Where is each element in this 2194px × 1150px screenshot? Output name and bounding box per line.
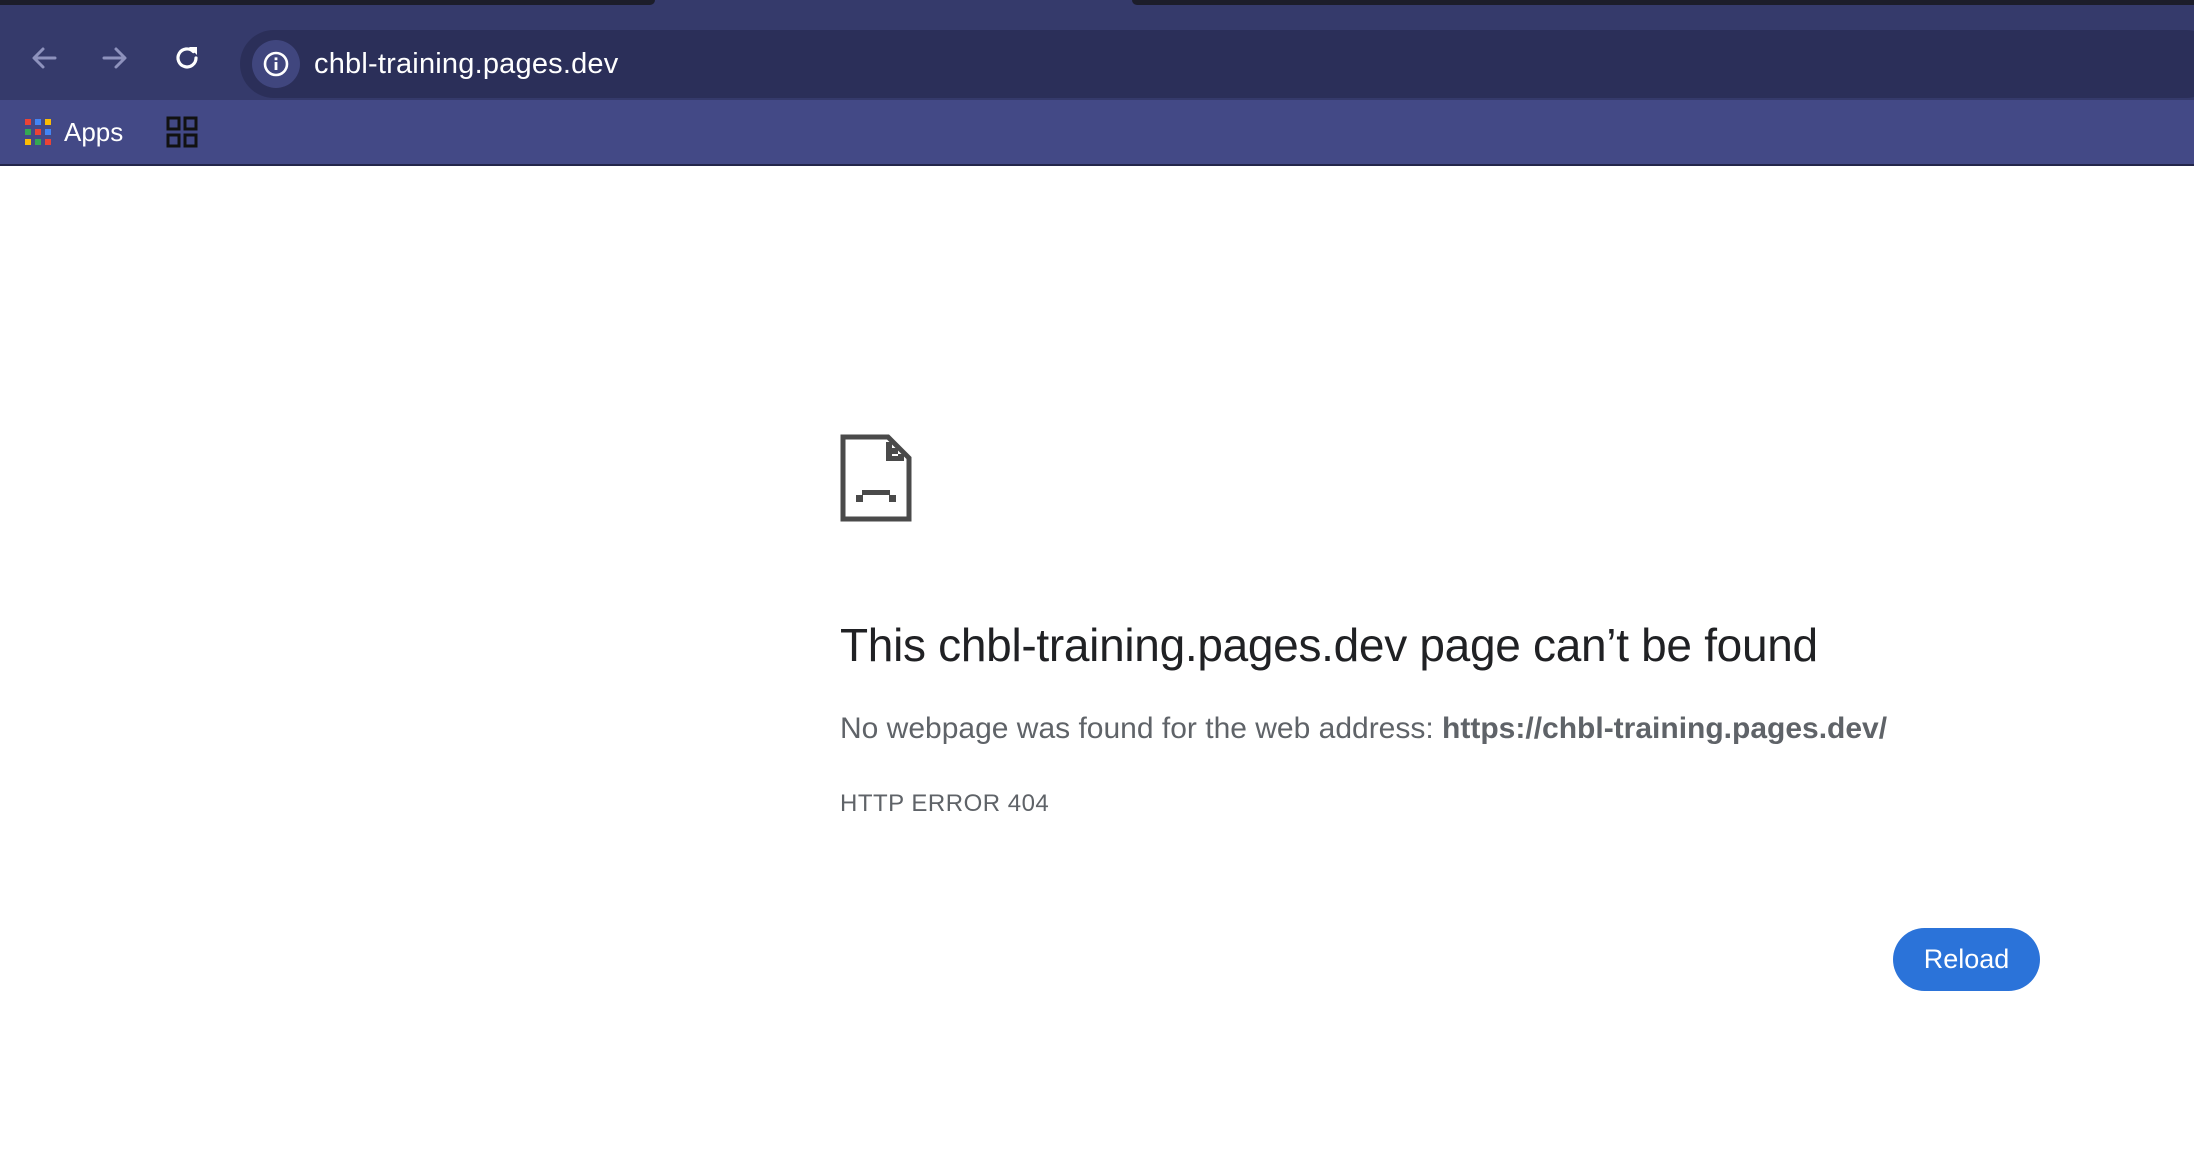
inactive-tab-left[interactable]	[0, 0, 655, 5]
error-url: https://chbl-training.pages.dev/	[1442, 712, 1888, 745]
bookmark-apps[interactable]: Apps	[24, 108, 123, 156]
bookmarks-bar: Apps	[0, 100, 2194, 166]
error-description: No webpage was found for the web address…	[840, 712, 1887, 746]
url-text[interactable]: chbl-training.pages.dev	[314, 48, 618, 81]
tab-groups-icon	[166, 116, 198, 148]
reload-icon	[176, 47, 198, 69]
arrow-right-icon	[102, 47, 127, 69]
error-title: This chbl-training.pages.dev page can’t …	[840, 619, 1818, 671]
inactive-tab-right[interactable]	[1132, 0, 2194, 5]
sad-page-icon	[840, 434, 912, 522]
reload-nav-button[interactable]	[167, 38, 207, 78]
browser-toolbar: chbl-training.pages.dev	[0, 14, 2194, 100]
back-button[interactable]	[24, 38, 64, 78]
info-icon	[263, 51, 289, 77]
bookmark-apps-label: Apps	[64, 116, 124, 147]
forward-button[interactable]	[95, 38, 135, 78]
apps-grid-icon	[25, 119, 51, 145]
arrow-left-icon	[32, 47, 57, 69]
page-content: This chbl-training.pages.dev page can’t …	[0, 166, 2194, 1150]
site-info-button[interactable]	[252, 40, 300, 88]
reload-button[interactable]: Reload	[1893, 928, 2040, 991]
error-code: HTTP ERROR 404	[840, 790, 1050, 817]
address-bar[interactable]: chbl-training.pages.dev	[240, 30, 2194, 98]
error-description-text: No webpage was found for the web address…	[840, 712, 1434, 745]
tab-groups-button[interactable]	[158, 108, 206, 156]
